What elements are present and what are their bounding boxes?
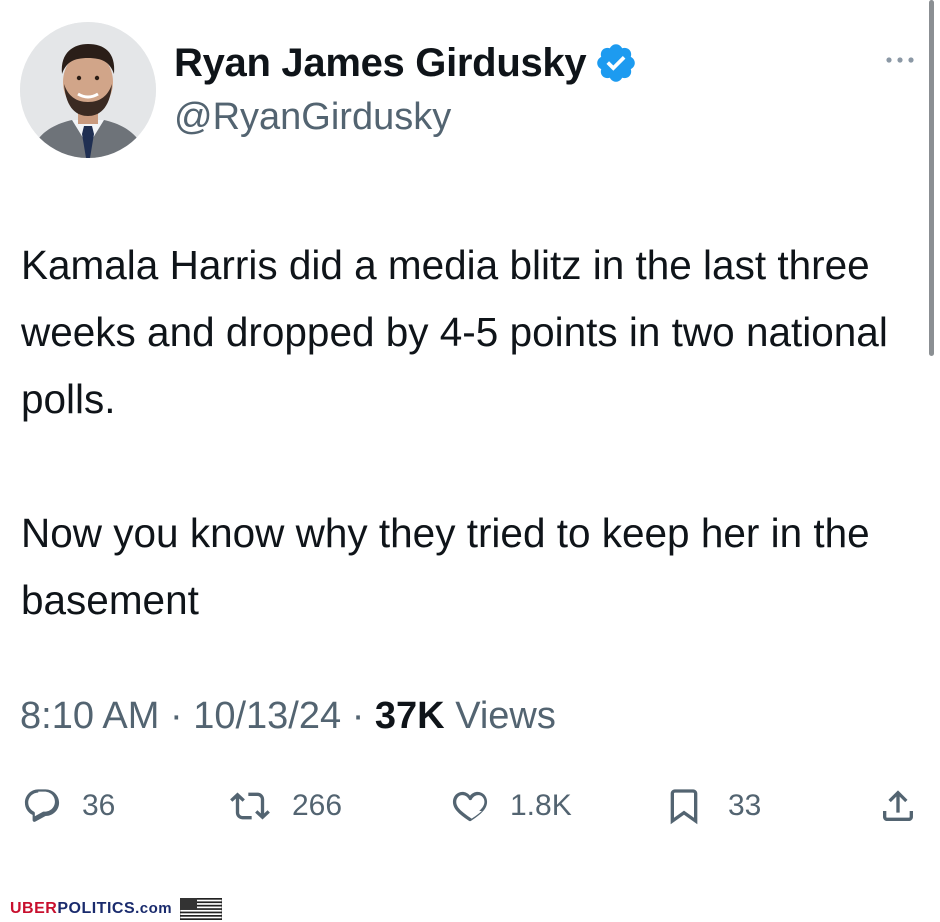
share-icon [883,790,913,821]
tweet-paragraph: Kamala Harris did a media blitz in the l… [21,242,900,422]
reply-button[interactable]: 36 [22,778,115,834]
bookmark-icon [670,789,698,825]
watermark: UBERPOLITICS.com [10,896,223,922]
like-count: 1.8K [510,789,572,822]
repost-button[interactable]: 266 [230,778,342,834]
like-button[interactable]: 1.8K [450,778,572,834]
avatar-image [20,22,156,158]
tweet-text: Kamala Harris did a media blitz in the l… [21,232,926,634]
share-button[interactable] [878,778,918,834]
watermark-logo: UBERPOLITICS.com [10,900,173,917]
us-flag-icon [180,898,223,920]
views-label: Views [455,695,556,737]
display-name[interactable]: Ryan James Girdusky [174,41,587,86]
scrollbar[interactable] [929,0,934,356]
repost-icon [230,792,270,820]
author-row: Ryan James Girdusky [174,38,638,88]
tweet-paragraph: Now you know why they tried to keep her … [21,510,881,623]
reply-count: 36 [82,789,116,822]
bookmark-count: 33 [728,789,762,822]
tweet-date[interactable]: 10/13/24 [193,695,341,737]
more-icon[interactable] [884,52,916,68]
views-count: 37K [374,695,445,737]
user-handle[interactable]: @RyanGirdusky [174,96,451,139]
tweet-card: Ryan James Girdusky @RyanGirdusky Kamala… [0,0,940,922]
verified-badge-icon [597,44,636,82]
action-bar: 36 266 1.8K 33 [0,778,940,834]
meta-separator: · [351,695,365,737]
heart-icon [452,791,488,822]
reply-icon [24,789,60,822]
tweet-meta: 8:10 AM · 10/13/24 · 37K Views [20,690,556,742]
repost-count: 266 [292,789,343,822]
meta-separator: · [169,695,183,737]
tweet-time[interactable]: 8:10 AM [20,695,159,737]
bookmark-button[interactable]: 33 [664,778,761,834]
avatar[interactable] [20,22,156,158]
